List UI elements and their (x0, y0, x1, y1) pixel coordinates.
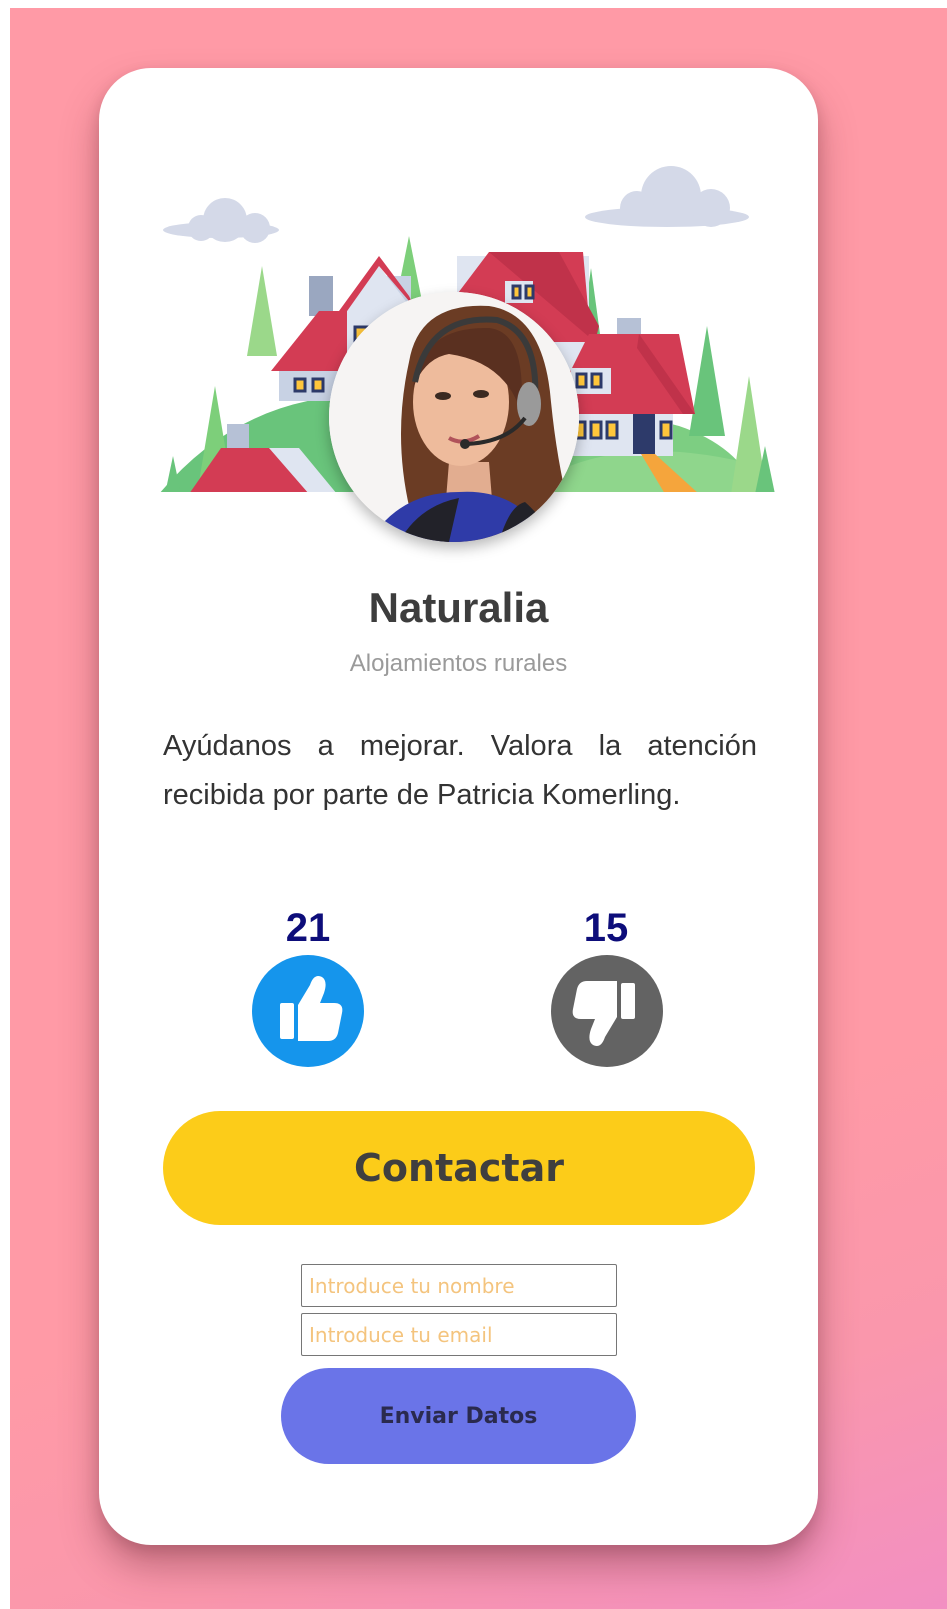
feedback-message: Ayúdanos a mejorar. Valora la atención r… (163, 730, 757, 811)
email-input[interactable] (301, 1313, 617, 1356)
name-input[interactable] (301, 1264, 617, 1307)
agent-photo (329, 292, 579, 542)
thumbs-down-icon (572, 981, 635, 1046)
like-button[interactable] (252, 955, 364, 1067)
company-name: Naturalia (368, 584, 549, 631)
contact-button[interactable]: Contactar (163, 1111, 755, 1225)
company-tagline: Alojamientos rurales (349, 650, 568, 677)
thumbs-up-icon (280, 976, 343, 1041)
profile-card: Naturalia Alojamientos rurales Ayúdanos … (99, 68, 818, 1545)
cloud-icon (163, 166, 749, 243)
like-count: 21 (285, 906, 331, 950)
submit-button[interactable]: Enviar Datos (281, 1368, 636, 1464)
dislike-button[interactable] (551, 955, 663, 1067)
dislike-count: 15 (583, 906, 629, 950)
agent-avatar (329, 292, 579, 542)
